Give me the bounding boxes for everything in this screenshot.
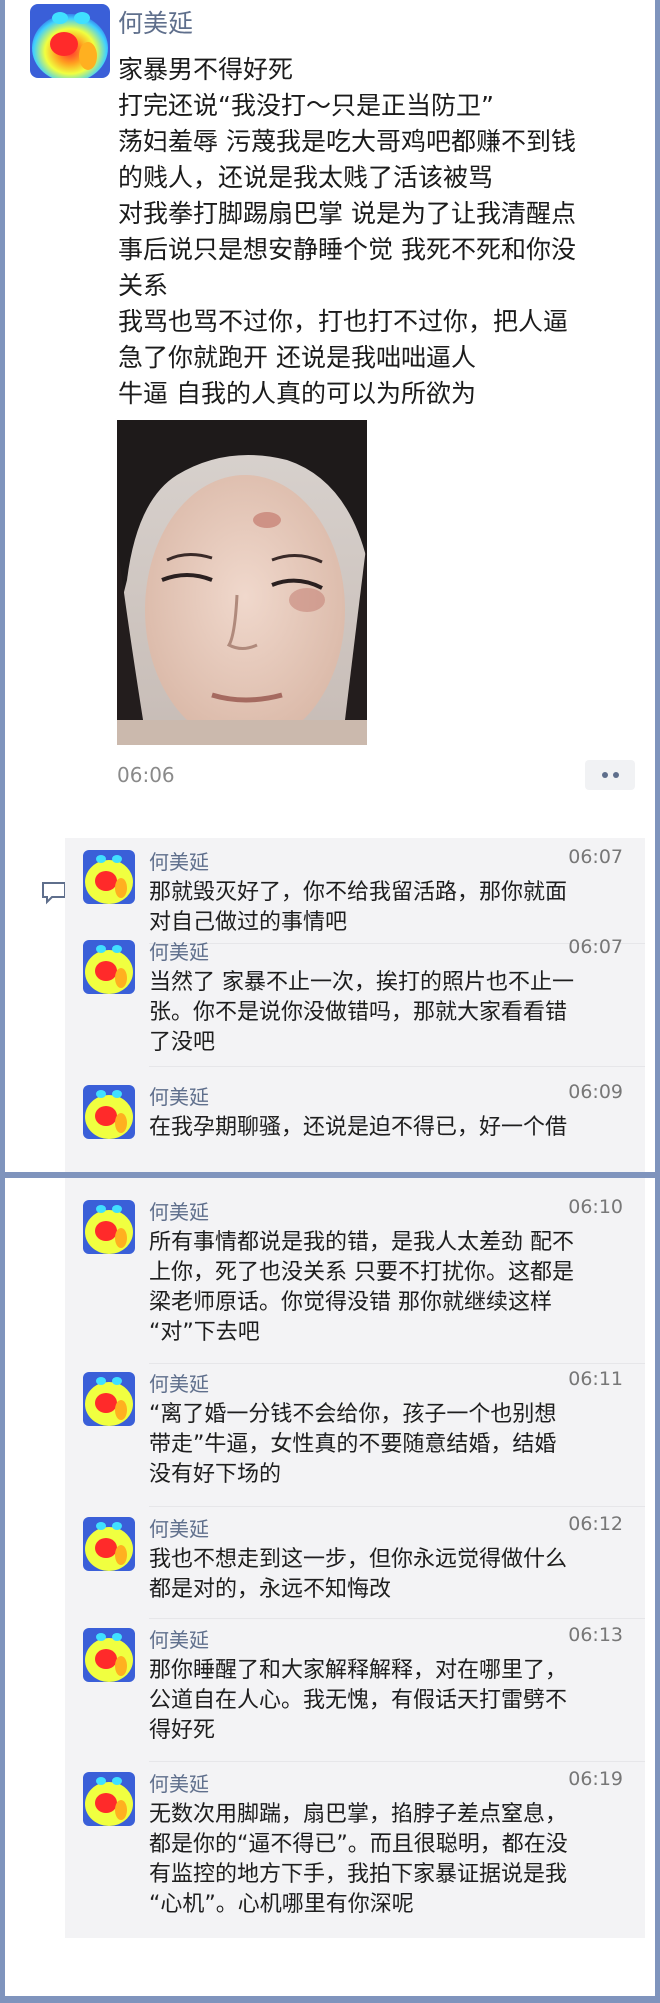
post-line: 事后说只是想安静睡个觉 我死不死和你没 [118,235,576,264]
commenter-avatar[interactable] [83,1772,135,1826]
comment-line: 当然了 家暴不止一次，挨打的照片也不止一 [149,970,574,995]
comment-text: 所有事情都说是我的错，是我人太差劲 配不 上你，死了也没关系 只要不打扰你。这都… [149,1228,621,1348]
comment-line: 在我孕期聊骚，还说是迫不得已，好一个借 [149,1115,568,1140]
comment-item[interactable]: 何美延 06:09 在我孕期聊骚，还说是迫不得已，好一个借 [65,1073,645,1172]
commenter-name[interactable]: 何美延 [149,1081,209,1110]
comment-line: 带走”牛逼，女性真的不要随意结婚，结婚 [149,1432,557,1457]
post-text: 家暴男不得好死 打完还说“我没打～只是正当防卫” 荡妇羞辱 污蔑我是吃大哥鸡吧都… [118,52,643,412]
commenter-name[interactable]: 何美延 [149,1624,209,1653]
author-name[interactable]: 何美延 [118,4,193,40]
commenter-avatar[interactable] [83,1517,135,1571]
comment-text: 当然了 家暴不止一次，挨打的照片也不止一 张。你不是说你没做错吗，那就大家看看错… [149,968,621,1058]
comment-item[interactable]: 何美延 06:19 无数次用脚踹，扇巴掌，掐脖子差点窒息， 都是你的“逼不得已”… [65,1760,645,1935]
post-time: 06:06 [117,763,175,787]
post-photo[interactable] [117,420,367,745]
comments-section: 何美延 06:07 那就毁灭好了，你不给我留活路，那你就面 对自己做过的事情吧 … [65,838,645,1172]
comment-line: 都是对的，永远不知悔改 [149,1577,392,1602]
comment-time: 06:07 [568,936,623,958]
commenter-avatar[interactable] [83,1372,135,1426]
post-line: 对我拳打脚踢扇巴掌 说是为了让我清醒点 [118,199,576,228]
commenter-avatar[interactable] [83,940,135,994]
post-line: 打完还说“我没打～只是正当防卫” [118,91,494,120]
comment-time: 06:11 [568,1368,623,1390]
comment-text: “离了婚一分钱不会给你，孩子一个也别想 带走”牛逼，女性真的不要随意结婚，结婚 … [149,1400,621,1490]
comment-time: 06:09 [568,1081,623,1103]
comment-line: 我也不想走到这一步，但你永远觉得做什么 [149,1547,568,1572]
commenter-avatar[interactable] [83,1200,135,1254]
comment-line: 梁老师原话。你觉得没错 那你就继续这样 [149,1290,552,1315]
dot [601,772,608,778]
post-line: 的贱人，还说是我太贱了活该被骂 [118,163,494,192]
comment-time: 06:07 [568,846,623,868]
comment-line: 张。你不是说你没做错吗，那就大家看看错 [149,1000,568,1025]
commenter-avatar[interactable] [83,1085,135,1139]
comment-line: 没有好下场的 [149,1462,282,1487]
comment-text: 无数次用脚踹，扇巴掌，掐脖子差点窒息， 都是你的“逼不得已”。而且很聪明，都在没… [149,1800,621,1920]
comment-time: 06:12 [568,1513,623,1535]
moment-post-panel: 何美延 家暴男不得好死 打完还说“我没打～只是正当防卫” 荡妇羞辱 污蔑我是吃大… [5,0,655,1172]
post-line: 关系 [118,271,169,300]
comment-item[interactable]: 何美延 06:10 所有事情都说是我的错，是我人太差劲 配不 上你，死了也没关系… [65,1188,645,1358]
more-dots-icon[interactable] [585,760,635,790]
comment-line: 得好死 [149,1718,216,1743]
post-line: 急了你就跑开 还说是我咄咄逼人 [118,343,476,372]
commenter-avatar[interactable] [83,1628,135,1682]
comments-section: 何美延 06:10 所有事情都说是我的错，是我人太差劲 配不 上你，死了也没关系… [65,1178,645,1938]
divider [149,1066,645,1067]
dot [612,772,619,778]
post-line: 牛逼 自我的人真的可以为所欲为 [118,379,476,408]
commenter-name[interactable]: 何美延 [149,1513,209,1542]
commenter-name[interactable]: 何美延 [149,1196,209,1225]
post-line: 家暴男不得好死 [118,55,294,84]
comment-item[interactable]: 何美延 06:11 “离了婚一分钱不会给你，孩子一个也别想 带走”牛逼，女性真的… [65,1360,645,1500]
commenter-avatar[interactable] [83,850,135,904]
comment-line: “心机”。心机哪里有你深呢 [149,1892,414,1917]
post-line: 荡妇羞辱 污蔑我是吃大哥鸡吧都赚不到钱 [118,127,576,156]
comment-time: 06:10 [568,1196,623,1218]
comment-line: “离了婚一分钱不会给你，孩子一个也别想 [149,1402,557,1427]
comment-line: 都是你的“逼不得已”。而且很聪明，都在没 [149,1832,568,1857]
comment-line: “对”下去吧 [149,1320,260,1345]
comment-line: 所有事情都说是我的错，是我人太差劲 配不 [149,1230,574,1255]
comment-line: 那就毁灭好了，你不给我留活路，那你就面 [149,880,568,905]
comment-item[interactable]: 何美延 06:07 当然了 家暴不止一次，挨打的照片也不止一 张。你不是说你没做… [65,928,645,1068]
commenter-name[interactable]: 何美延 [149,936,209,965]
commenter-name[interactable]: 何美延 [149,846,209,875]
commenter-name[interactable]: 何美延 [149,1768,209,1797]
comment-time: 06:13 [568,1624,623,1646]
comment-text: 那你睡醒了和大家解释解释，对在哪里了， 公道自在人心。我无愧，有假话天打雷劈不 … [149,1656,621,1746]
author-avatar[interactable] [30,4,110,78]
comment-line: 上你，死了也没关系 只要不打扰你。这都是 [149,1260,574,1285]
comment-line: 无数次用脚踹，扇巴掌，掐脖子差点窒息， [149,1802,568,1827]
comment-item[interactable]: 何美延 06:13 那你睡醒了和大家解释解释，对在哪里了， 公道自在人心。我无愧… [65,1616,645,1756]
post-line: 我骂也骂不过你，打也打不过你，把人逼 [118,307,569,336]
comment-line: 那你睡醒了和大家解释解释，对在哪里了， [149,1658,568,1683]
comment-icon [40,878,68,906]
comment-line: 有监控的地方下手，我拍下家暴证据说是我 [149,1862,568,1887]
comment-line: 了没吧 [149,1030,216,1055]
comment-item[interactable]: 何美延 06:12 我也不想走到这一步，但你永远觉得做什么 都是对的，永远不知悔… [65,1505,645,1615]
comment-text: 我也不想走到这一步，但你永远觉得做什么 都是对的，永远不知悔改 [149,1545,621,1605]
commenter-name[interactable]: 何美延 [149,1368,209,1397]
comments-continued-panel: 何美延 06:10 所有事情都说是我的错，是我人太差劲 配不 上你，死了也没关系… [5,1178,655,1996]
comment-text: 在我孕期聊骚，还说是迫不得已，好一个借 [149,1113,621,1143]
comment-time: 06:19 [568,1768,623,1790]
comment-line: 公道自在人心。我无愧，有假话天打雷劈不 [149,1688,568,1713]
